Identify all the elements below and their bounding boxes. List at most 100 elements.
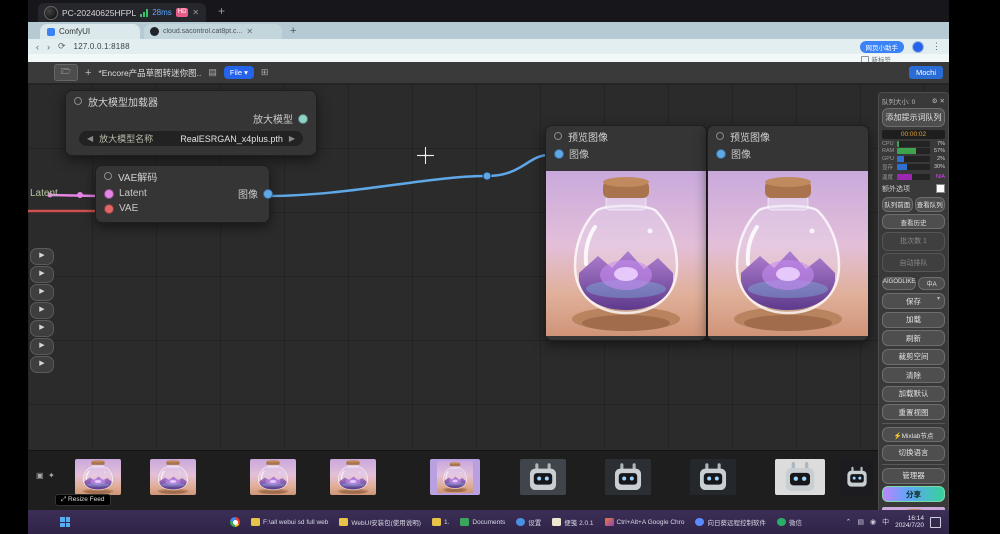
preview-image-1[interactable] bbox=[546, 171, 706, 336]
feed-thumbnail-jar[interactable] bbox=[330, 459, 376, 495]
feed-thumbnail-robot[interactable] bbox=[840, 459, 874, 495]
taskbar-sticky-notes[interactable]: 便笺 2.0.1 bbox=[552, 517, 593, 527]
close-session-icon[interactable]: ✕ bbox=[192, 8, 199, 17]
feed-thumbnail-robot[interactable] bbox=[520, 459, 566, 495]
tray-expand-icon[interactable]: ⌃ bbox=[845, 518, 851, 526]
feed-thumbnail-jar[interactable] bbox=[250, 459, 296, 495]
extension-badge[interactable]: 网页小助手 bbox=[860, 41, 905, 53]
model-name-widget[interactable]: ◀ 放大模型名称 RealESRGAN_x4plus.pth ▶ bbox=[79, 131, 303, 146]
quality-badge[interactable]: HD bbox=[176, 8, 189, 17]
load-default-button[interactable]: 加载默认 bbox=[882, 386, 945, 402]
gear-icon[interactable]: ⚙ bbox=[932, 97, 938, 105]
refresh-button[interactable]: 刷新 bbox=[882, 330, 945, 346]
notification-center-icon[interactable] bbox=[930, 517, 941, 528]
feed-thumbnail-jar-framed[interactable] bbox=[430, 459, 480, 495]
start-button[interactable] bbox=[60, 517, 70, 527]
node-preview-image-1[interactable]: 预览图像 图像 bbox=[545, 125, 707, 341]
tray-display-icon[interactable]: ▤ bbox=[857, 518, 864, 526]
feed-thumbnail-robot-light[interactable] bbox=[775, 459, 825, 495]
mochi-button[interactable]: Mochi bbox=[909, 66, 943, 79]
node-upscale-model-loader[interactable]: 放大模型加载器 放大模型 ◀ 放大模型名称 RealESRGAN_x4plus.… bbox=[65, 90, 317, 156]
share-button[interactable]: 分享 bbox=[882, 486, 945, 502]
view-queue-button[interactable]: 查看队列 bbox=[915, 197, 946, 212]
latent-input-dot[interactable] bbox=[104, 189, 114, 199]
save-button[interactable]: 保存▾ bbox=[882, 293, 945, 309]
collapsed-node[interactable]: ▶ bbox=[30, 248, 54, 265]
collapsed-node[interactable]: ▶ bbox=[30, 356, 54, 373]
workflow-folder-button[interactable]: 🗁 bbox=[54, 64, 78, 81]
extra-options-row[interactable]: 额外选项 bbox=[882, 184, 945, 194]
clipspace-button[interactable]: 裁剪空间 bbox=[882, 349, 945, 365]
collapsed-node[interactable]: ▶ bbox=[30, 266, 54, 283]
save-caret-icon[interactable]: ▾ bbox=[937, 295, 940, 302]
close-icon[interactable]: ✕ bbox=[940, 97, 945, 105]
new-browser-tab-button[interactable]: + bbox=[290, 25, 296, 37]
feed-thumbnail-robot[interactable] bbox=[605, 459, 651, 495]
collapsed-node[interactable]: ▶ bbox=[30, 320, 54, 337]
taskbar-folder-1[interactable]: F:\all webui sd full web bbox=[251, 518, 328, 526]
node-graph-canvas[interactable]: Latent ▶ ▶ ▶ ▶ ▶ ▶ ▶ 放大模型加载器 放大模型 ◀ 放大模型… bbox=[28, 84, 949, 510]
image-output-dot[interactable] bbox=[263, 189, 273, 199]
view-history-button[interactable]: 查看历史 bbox=[882, 214, 945, 229]
collapse-dot-icon[interactable] bbox=[716, 132, 724, 140]
browser-tab-secondary[interactable]: cloud.sacontrol.cat8pt.c... ✕ bbox=[144, 24, 282, 39]
load-button[interactable]: 加载 bbox=[882, 312, 945, 328]
remote-session-tab[interactable]: PC-20240625HFPL 28ms HD ✕ bbox=[38, 3, 206, 22]
collapsed-node[interactable]: ▶ bbox=[30, 302, 54, 319]
taskbar-documents[interactable]: Documents bbox=[460, 518, 505, 526]
collapsed-node[interactable]: ▶ bbox=[30, 338, 54, 355]
node-title-bar[interactable]: 预览图像 bbox=[708, 126, 868, 146]
resize-feed-button[interactable]: ⤢ Resize Feed bbox=[55, 494, 111, 506]
reroute-latent-label[interactable]: Latent bbox=[30, 188, 58, 199]
collapsed-node[interactable]: ▶ bbox=[30, 284, 54, 301]
auto-queue-toggle[interactable]: 自动排队 bbox=[882, 253, 945, 272]
image-input-dot[interactable] bbox=[554, 149, 564, 159]
queue-front-button[interactable]: 队列前面 bbox=[882, 197, 913, 212]
image-input-dot[interactable] bbox=[716, 149, 726, 159]
node-preview-image-2[interactable]: 预览图像 图像 bbox=[707, 125, 869, 341]
taskbar-wechat[interactable]: 微信 bbox=[777, 517, 802, 527]
queue-prompt-button[interactable]: 添加提示词队列 bbox=[882, 108, 945, 127]
taskbar-folder-3[interactable]: 1. bbox=[432, 518, 449, 526]
feed-settings-icon[interactable]: ▣ bbox=[36, 471, 44, 480]
node-title-bar[interactable]: 预览图像 bbox=[546, 126, 706, 146]
feed-scroll-icon[interactable]: ✦ bbox=[48, 471, 55, 480]
back-icon[interactable]: ‹ bbox=[36, 42, 39, 52]
feed-thumbnail-jar[interactable] bbox=[75, 459, 121, 495]
clear-button[interactable]: 清除 bbox=[882, 367, 945, 383]
extra-options-checkbox[interactable] bbox=[936, 184, 945, 193]
collapse-dot-icon[interactable] bbox=[104, 172, 112, 180]
ime-pill[interactable]: 中A bbox=[918, 277, 945, 290]
browser-menu-icon[interactable]: ⋮ bbox=[932, 41, 941, 52]
preview-image-2[interactable] bbox=[708, 171, 868, 336]
taskbar-remote-app[interactable]: 向日葵远程控制软件 bbox=[695, 517, 766, 527]
taskbar-folder-2[interactable]: WebUI安装包(使用说明) bbox=[339, 517, 421, 527]
node-vae-decode[interactable]: VAE解码 Latent 图像 VAE bbox=[95, 165, 270, 223]
prev-value-icon[interactable]: ◀ bbox=[87, 134, 93, 143]
node-title-bar[interactable]: 放大模型加载器 bbox=[66, 91, 316, 111]
node-title-bar[interactable]: VAE解码 bbox=[96, 166, 269, 186]
manager-button[interactable]: 管理器 bbox=[882, 468, 945, 484]
file-menu-button[interactable]: File ▾ bbox=[224, 66, 254, 79]
taskbar-screenshot-tool[interactable]: Ctrl+Alt+A Google Chro bbox=[605, 518, 685, 526]
browser-tab-comfyui[interactable]: ComfyUI bbox=[40, 24, 140, 39]
tray-volume-icon[interactable]: ◉ bbox=[870, 518, 876, 526]
bookmark-workflow-icon[interactable]: ▤ bbox=[208, 67, 217, 78]
forward-icon[interactable]: › bbox=[47, 42, 50, 52]
reset-view-button[interactable]: 重置视图 bbox=[882, 404, 945, 420]
ime-indicator[interactable]: 中 bbox=[882, 517, 889, 527]
toggle-language-button[interactable]: 切换语言 bbox=[882, 445, 945, 461]
grid-view-icon[interactable]: ⊞ bbox=[261, 67, 269, 78]
new-workflow-button[interactable]: + bbox=[85, 67, 91, 79]
taskbar-clock[interactable]: 16:14 2024/7/20 bbox=[895, 515, 924, 530]
feed-thumbnail-robot[interactable] bbox=[690, 459, 736, 495]
vae-input-dot[interactable] bbox=[104, 204, 114, 214]
next-value-icon[interactable]: ▶ bbox=[289, 134, 295, 143]
upscale-model-output-dot[interactable] bbox=[298, 114, 308, 124]
collapse-dot-icon[interactable] bbox=[74, 97, 82, 105]
mixlab-nodes-button[interactable]: ⚡Mixlab节点 bbox=[882, 427, 945, 442]
workflow-tab-label[interactable]: *Encore产品草图转迷你图.. bbox=[98, 67, 201, 79]
reload-icon[interactable]: ⟳ bbox=[58, 41, 66, 52]
new-session-button[interactable]: + bbox=[218, 4, 225, 18]
collapse-dot-icon[interactable] bbox=[554, 132, 562, 140]
